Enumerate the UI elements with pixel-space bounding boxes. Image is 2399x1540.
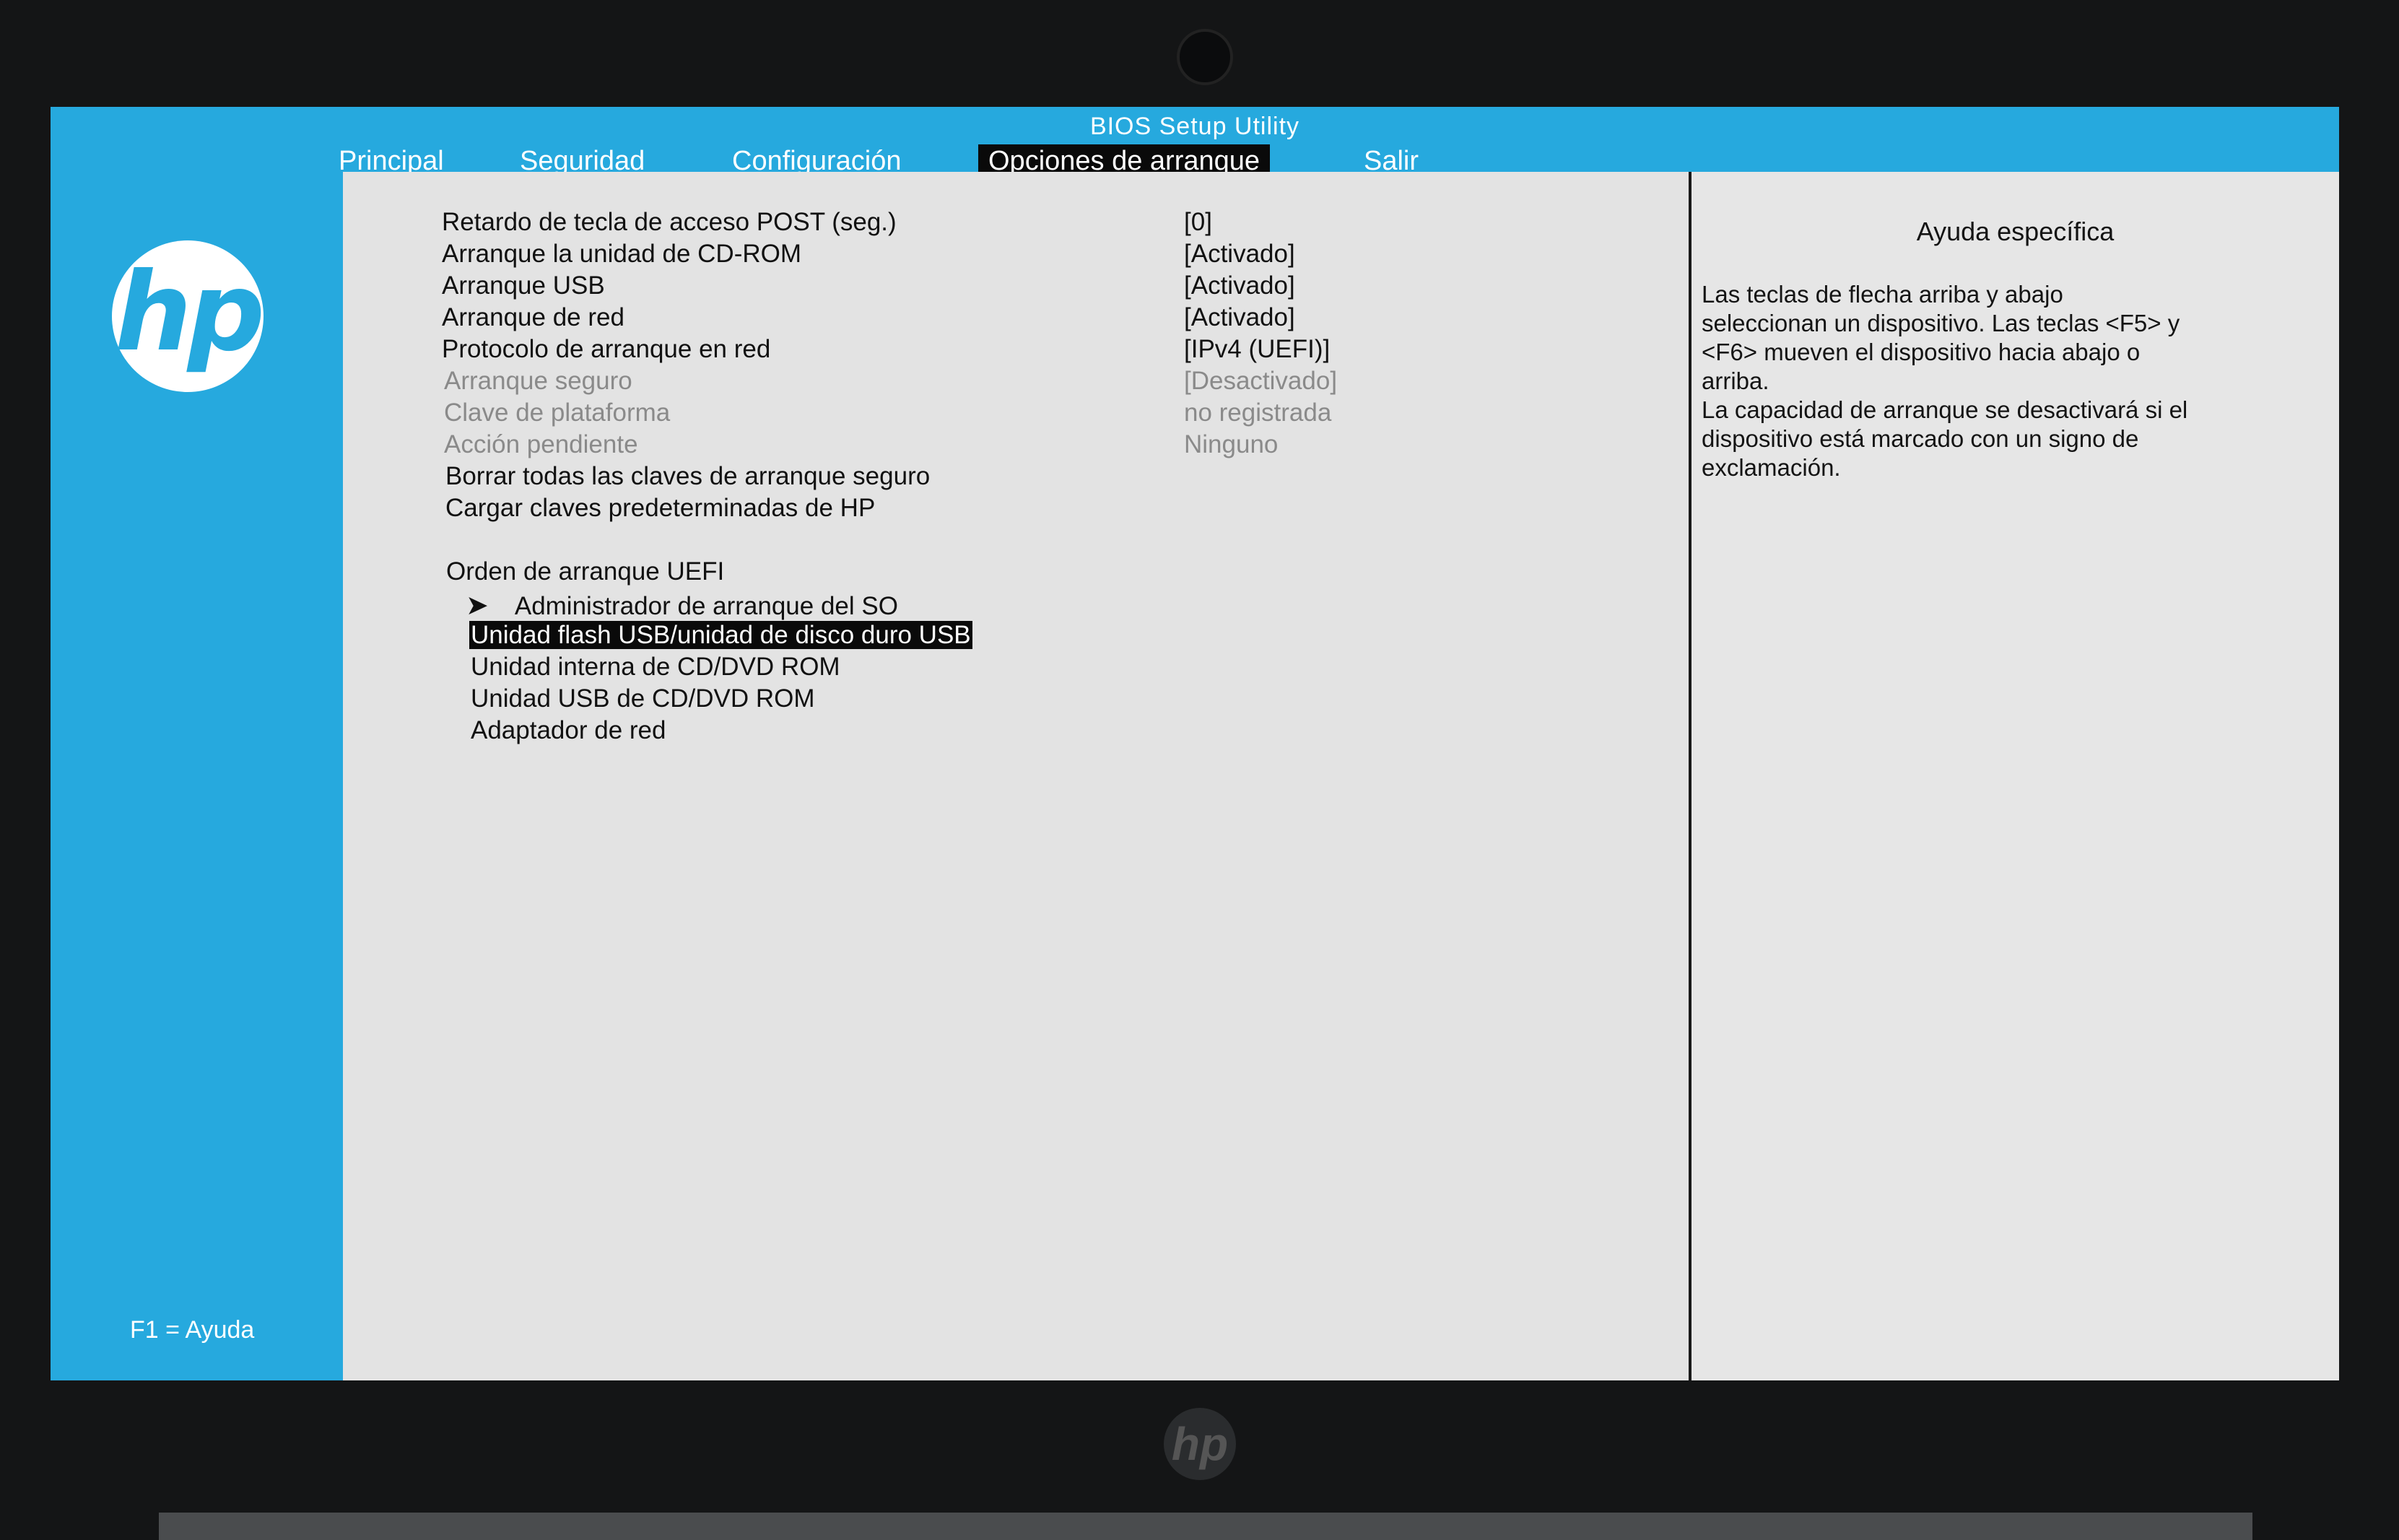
setting-usb-boot-value[interactable]: [Activado] <box>1184 271 1295 300</box>
webcam <box>1177 29 1233 85</box>
help-hint: F1 = Ayuda <box>130 1316 255 1344</box>
boot-item-internal-cd-dvd[interactable]: Unidad interna de CD/DVD ROM <box>471 653 840 682</box>
boot-item-os-manager[interactable]: ➤ Administrador de arranque del SO <box>466 589 898 622</box>
boot-item-label-selected: Unidad flash USB/unidad de disco duro US… <box>469 621 972 649</box>
hp-logo-icon: hp <box>112 240 265 392</box>
setting-post-delay-value[interactable]: [0] <box>1184 208 1212 237</box>
load-hp-default-keys-item[interactable]: Cargar claves predeterminadas de HP <box>445 494 875 523</box>
setting-secure-boot-value: [Desactivado] <box>1184 367 1338 395</box>
setting-network-protocol-label[interactable]: Protocolo de arranque en red <box>442 335 770 364</box>
bios-screen: BIOS Setup Utility Principal Seguridad C… <box>51 107 2339 1380</box>
setting-post-delay-label[interactable]: Retardo de tecla de acceso POST (seg.) <box>442 208 897 237</box>
bios-title: BIOS Setup Utility <box>1089 113 1300 140</box>
setting-cdrom-boot-label[interactable]: Arranque la unidad de CD-ROM <box>442 240 801 269</box>
setting-usb-boot-label[interactable]: Arranque USB <box>442 271 605 300</box>
help-title: Ayuda específica <box>1916 217 2115 246</box>
setting-cdrom-boot-value[interactable]: [Activado] <box>1184 240 1295 269</box>
setting-network-protocol-value[interactable]: [IPv4 (UEFI)] <box>1184 335 1330 364</box>
boot-item-usb-cd-dvd[interactable]: Unidad USB de CD/DVD ROM <box>471 684 815 713</box>
help-panel: Ayuda específica Las teclas de flecha ar… <box>1692 172 2339 1380</box>
setting-network-boot-label[interactable]: Arranque de red <box>442 303 624 332</box>
arrow-right-icon: ➤ <box>466 591 489 621</box>
bezel-hp-logo-icon: hp <box>1164 1408 1236 1480</box>
laptop-hinge <box>159 1513 2252 1540</box>
setting-pending-action-value: Ninguno <box>1184 430 1279 458</box>
setting-pending-action-label: Acción pendiente <box>444 430 638 458</box>
setting-platform-key-value: no registrada <box>1184 399 1332 427</box>
setting-network-boot-value[interactable]: [Activado] <box>1184 303 1295 332</box>
boot-item-network-adapter[interactable]: Adaptador de red <box>471 716 666 745</box>
hp-logo-text: hp <box>114 250 265 375</box>
boot-item-usb-flash[interactable]: Unidad flash USB/unidad de disco duro US… <box>469 621 972 650</box>
setting-platform-key-label: Clave de plataforma <box>444 399 671 427</box>
boot-item-label: Administrador de arranque del SO <box>514 592 898 620</box>
sidebar: hp F1 = Ayuda <box>51 172 343 1380</box>
help-text: Las teclas de flecha arriba y abajo sele… <box>1702 281 2188 481</box>
setting-secure-boot-label: Arranque seguro <box>444 367 632 395</box>
settings-panel: Retardo de tecla de acceso POST (seg.) [… <box>343 172 1689 1380</box>
uefi-boot-order-title: Orden de arranque UEFI <box>446 557 725 586</box>
clear-secure-boot-keys-item[interactable]: Borrar todas las claves de arranque segu… <box>445 462 930 491</box>
